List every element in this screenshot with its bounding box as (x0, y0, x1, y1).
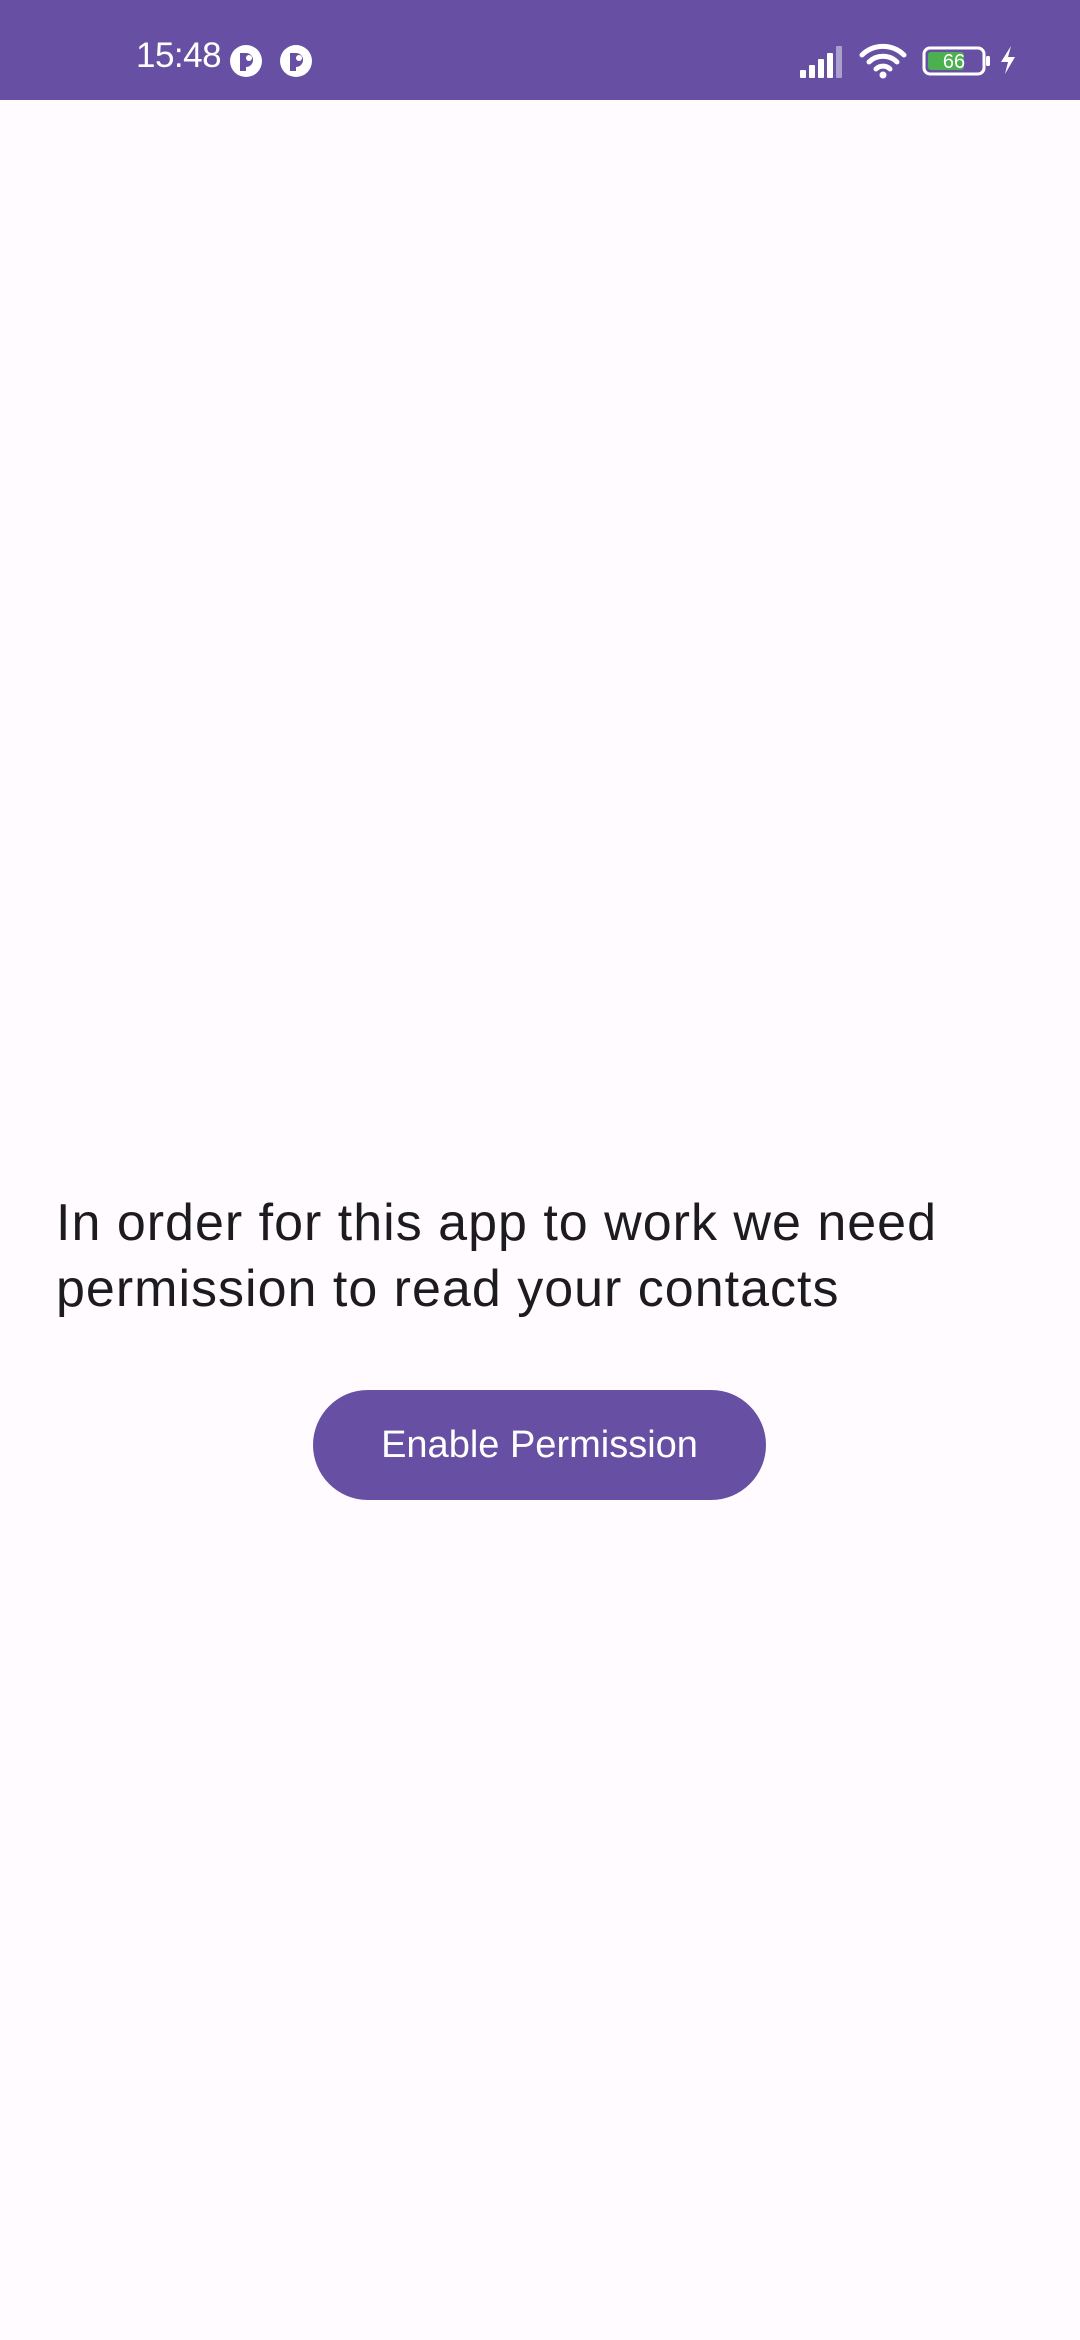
status-bar: 15:48 66 (0, 0, 1080, 100)
wifi-icon (859, 43, 907, 79)
cellular-signal-icon (800, 46, 842, 78)
permission-message: In order for this app to work we need pe… (56, 1194, 938, 1318)
enable-permission-button[interactable]: Enable Permission (313, 1390, 766, 1500)
charging-bolt-icon (1001, 46, 1015, 74)
status-time: 15:48 (136, 36, 222, 75)
permission-screen: In order for this app to work we need pe… (0, 100, 1080, 2340)
app-notification-icon (230, 45, 262, 77)
app-notification-icon (280, 45, 312, 77)
battery-level: 66 (943, 51, 965, 73)
battery-icon: 66 (922, 46, 990, 76)
